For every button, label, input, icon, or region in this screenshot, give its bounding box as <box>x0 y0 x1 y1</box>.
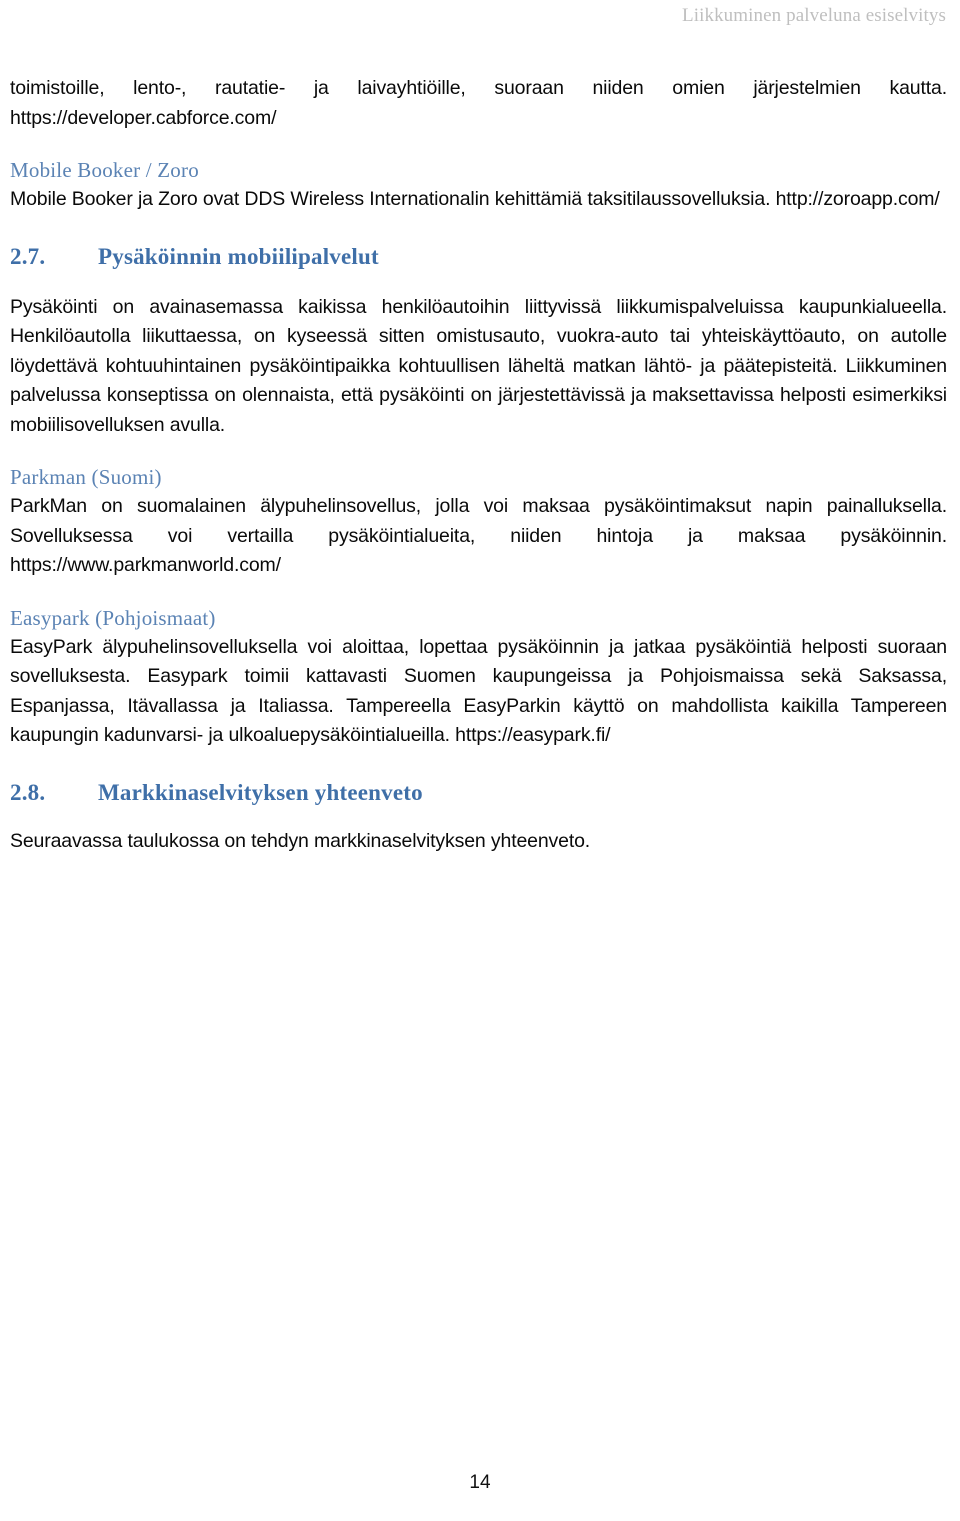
paragraph-section-2-7: Pysäköinti on avainasemassa kaikissa hen… <box>10 295 947 436</box>
paragraph-easypark: EasyPark älypuhelinsovelluksella voi alo… <box>10 635 947 747</box>
subheading-parkman: Parkman (Suomi) <box>10 465 162 489</box>
subheading-easypark: Easypark (Pohjoismaat) <box>10 605 216 630</box>
paragraph-parkman: ParkMan on suomalainen älypuhelinsovellu… <box>10 495 947 576</box>
section-title-2-8: Markkinaselvityksen yhteenveto <box>98 779 423 805</box>
section-number-2-7: 2.7. <box>10 243 46 269</box>
page-number: 14 <box>469 1472 491 1493</box>
section-title-2-7: Pysäköinnin mobiilipalvelut <box>98 243 379 269</box>
paragraph-mobile-booker: Mobile Booker ja Zoro ovat DDS Wireless … <box>10 188 940 210</box>
paragraph-section-2-8: Seuraavassa taulukossa on tehdyn markkin… <box>10 829 591 852</box>
running-header: Liikkuminen palveluna esiselvitys <box>682 5 946 26</box>
continued-paragraph: toimistoille, lento-, rautatie- ja laiva… <box>10 77 947 129</box>
section-number-2-8: 2.8. <box>10 779 46 805</box>
section-heading-2-8: 2.8. Markkinaselvityksen yhteenveto <box>10 777 947 809</box>
document-page: Liikkuminen palveluna esiselvitys toimis… <box>0 0 960 1521</box>
subheading-mobile-booker: Mobile Booker / Zoro <box>10 158 199 182</box>
page-content: toimistoille, lento-, rautatie- ja laiva… <box>10 74 947 856</box>
section-heading-2-7: 2.7. Pysäköinnin mobiilipalvelut <box>10 241 947 273</box>
